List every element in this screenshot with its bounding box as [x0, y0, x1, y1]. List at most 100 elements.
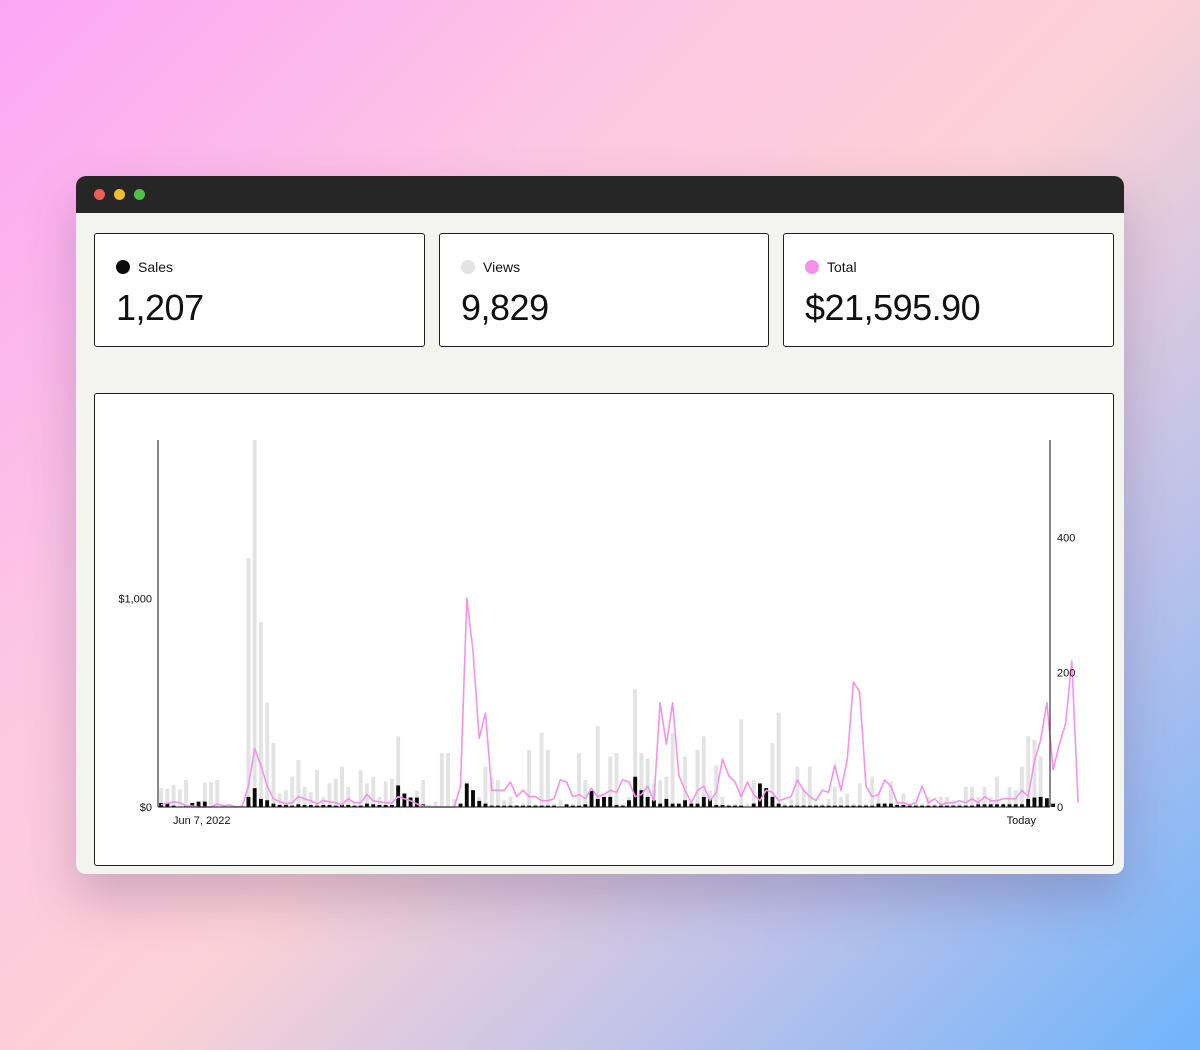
- views-bar: [327, 783, 332, 807]
- views-bar: [832, 786, 837, 807]
- sales-views-total-chart: $0 $1,000 0 200 400 Jun 7, 2022 Today: [118, 440, 1079, 827]
- views-bar: [508, 796, 513, 807]
- views-bar: [807, 766, 812, 807]
- sales-legend-dot: [116, 260, 130, 274]
- left-axis-tick-label: $0: [140, 802, 152, 814]
- sales-bar: [271, 803, 276, 807]
- views-bar: [483, 766, 488, 807]
- total-label: Total: [827, 259, 857, 275]
- sales-bar: [701, 796, 706, 807]
- views-bar: [901, 793, 906, 807]
- views-bar: [701, 736, 706, 807]
- sales-label: Sales: [138, 259, 174, 275]
- sales-bar: [402, 793, 407, 807]
- sales-bar: [252, 788, 257, 807]
- views-bar: [845, 793, 850, 807]
- views-bar: [695, 749, 700, 807]
- views-bar: [421, 780, 426, 807]
- views-bar: [527, 749, 532, 807]
- views-bar: [302, 786, 307, 807]
- sales-bar: [1044, 798, 1049, 807]
- sales-bar: [627, 800, 631, 807]
- maximize-window-button[interactable]: [134, 189, 145, 200]
- views-stat-card: Views 9,829: [439, 233, 769, 347]
- sales-bar: [602, 796, 606, 807]
- total-legend-dot: [805, 260, 819, 274]
- views-legend-dot: [461, 260, 475, 274]
- views-bar: [995, 776, 999, 807]
- views-bar: [963, 786, 968, 807]
- sales-bar: [258, 798, 263, 807]
- sales-bar: [414, 797, 419, 807]
- right-axis-tick-label: 200: [1057, 667, 1075, 679]
- views-bar: [371, 776, 376, 807]
- views-bar: [246, 557, 251, 807]
- views-bar: [496, 780, 500, 807]
- views-bar: [258, 621, 263, 807]
- right-axis-tick-label: 400: [1057, 533, 1075, 545]
- sales-bar: [676, 803, 681, 807]
- sales-bar: [889, 803, 893, 807]
- sales-bar: [464, 783, 469, 807]
- sales-bar: [1051, 803, 1056, 807]
- total-stat-card: Total $21,595.90: [783, 233, 1114, 347]
- sales-bar: [265, 800, 270, 807]
- close-window-button[interactable]: [94, 189, 105, 200]
- sales-bar: [770, 796, 775, 807]
- sales-bar: [876, 803, 881, 807]
- sales-bar: [670, 803, 675, 807]
- sales-bar: [664, 798, 669, 807]
- views-label: Views: [483, 259, 521, 275]
- sales-bar: [689, 803, 694, 807]
- views-bar: [209, 782, 213, 807]
- views-bar: [539, 732, 544, 807]
- views-bar: [1007, 786, 1012, 807]
- sales-bar: [882, 803, 887, 807]
- sales-bar: [202, 801, 207, 807]
- sales-bar: [458, 803, 463, 807]
- views-bar: [857, 783, 862, 807]
- views-bar: [215, 780, 220, 807]
- minimize-window-button[interactable]: [114, 189, 125, 200]
- views-bar: [545, 749, 550, 807]
- views-bar: [583, 780, 588, 807]
- sales-bar: [608, 796, 613, 807]
- views-bar: [171, 784, 176, 807]
- sales-bar: [776, 803, 781, 807]
- sales-stat-card: Sales 1,207: [94, 233, 425, 347]
- views-bar: [577, 753, 581, 807]
- views-bar: [433, 801, 438, 807]
- views-bar: [446, 753, 450, 807]
- views-bar: [658, 780, 663, 807]
- views-bar: [340, 766, 344, 807]
- total-value: $21,595.90: [805, 287, 981, 328]
- sales-bar: [483, 803, 488, 807]
- sales-value: 1,207: [116, 287, 204, 328]
- views-bar: [745, 803, 750, 807]
- chart-panel: $0 $1,000 0 200 400 Jun 7, 2022 Today: [94, 393, 1114, 866]
- sales-bar: [751, 803, 756, 807]
- views-value: 9,829: [461, 287, 549, 328]
- left-axis-tick-label: $1,000: [118, 593, 152, 605]
- views-bar: [346, 786, 351, 807]
- views-bar: [315, 769, 319, 807]
- sales-bar: [595, 798, 600, 807]
- views-bar: [670, 732, 675, 807]
- x-axis-start-label: Jun 7, 2022: [173, 815, 231, 827]
- sales-bar: [477, 800, 482, 807]
- views-bar: [184, 780, 189, 807]
- views-bar: [265, 702, 270, 807]
- sales-bar: [246, 796, 251, 807]
- views-bar: [1019, 766, 1024, 807]
- sales-bar: [365, 803, 369, 807]
- views-bar: [683, 756, 688, 807]
- sales-bar: [1038, 796, 1043, 807]
- sales-bar: [758, 783, 762, 807]
- sales-bar: [471, 790, 475, 807]
- sales-bar: [683, 800, 688, 807]
- views-bar: [296, 759, 301, 807]
- sales-bar: [658, 803, 663, 807]
- sales-bar: [1026, 798, 1031, 807]
- views-bar: [970, 786, 974, 807]
- app-window: Sales 1,207 Views 9,829 Total $21,595.90…: [76, 176, 1124, 874]
